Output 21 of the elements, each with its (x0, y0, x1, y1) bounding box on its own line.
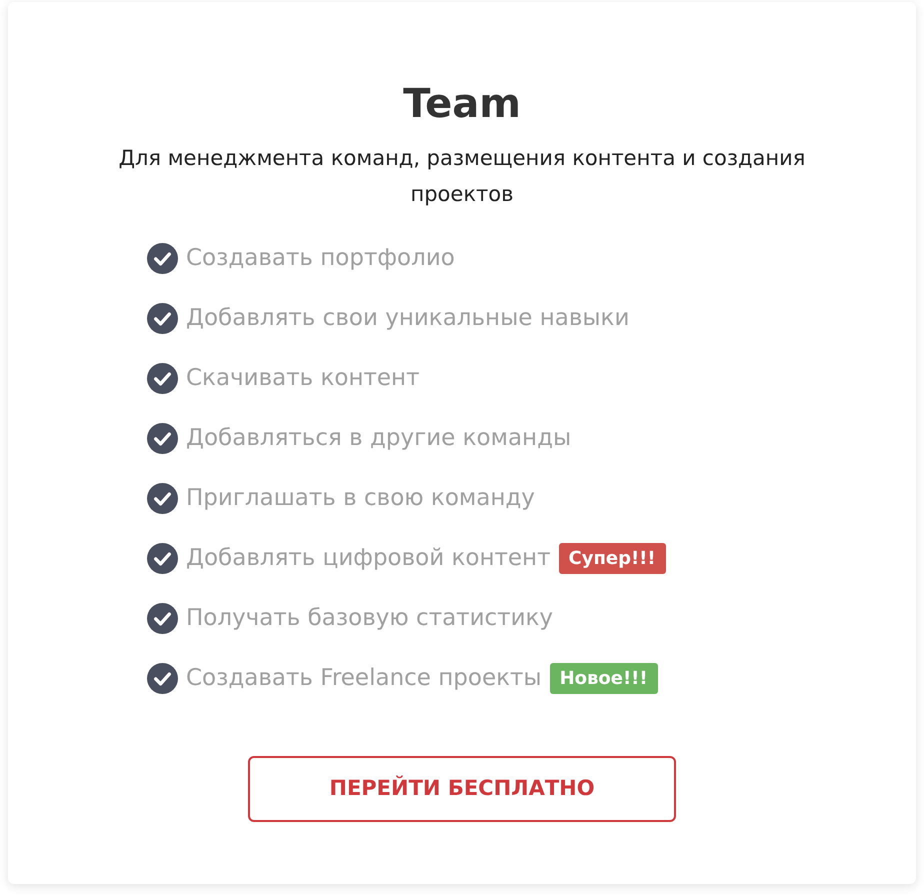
feature-text: Добавляться в другие команды (186, 424, 572, 453)
check-circle-icon (147, 302, 178, 334)
check-circle-icon (147, 602, 178, 634)
feature-text: Создавать портфолио (186, 244, 455, 273)
check-circle-icon (147, 542, 178, 574)
check-circle-icon (147, 422, 178, 454)
feature-text: Создавать Freelance проекты (186, 664, 542, 693)
feature-badge: Супер!!! (558, 542, 666, 574)
feature-text: Добавлять цифровой контент (186, 544, 550, 573)
check-circle-icon (147, 242, 178, 274)
feature-text: Получать базовую статистику (186, 604, 554, 633)
feature-text: Приглашать в свою команду (186, 484, 535, 513)
check-circle-icon (147, 662, 178, 694)
plan-description: Для менеджмента команд, размещения контента и создания проектов (118, 145, 806, 208)
start-free-button[interactable]: ПЕРЕЙТИ БЕСПЛАТНО (248, 756, 676, 822)
feature-text: Скачивать контент (186, 364, 420, 393)
feature-text: Добавлять свои уникальные навыки (186, 304, 630, 333)
check-circle-icon (147, 482, 178, 514)
plan-title: Team (403, 80, 521, 129)
check-circle-icon (147, 362, 178, 394)
feature-badge: Новое!!! (550, 662, 658, 694)
